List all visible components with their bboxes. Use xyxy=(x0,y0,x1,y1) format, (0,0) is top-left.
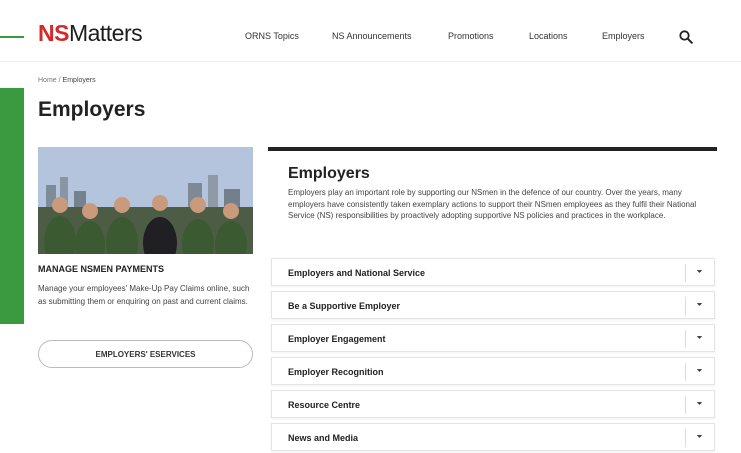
section-rule xyxy=(268,147,717,151)
page-title: Employers xyxy=(38,98,146,121)
hero-image xyxy=(38,147,253,254)
accent-bar xyxy=(0,88,24,324)
accordion-label: Employer Recognition xyxy=(288,367,384,377)
accordion-label: Employer Engagement xyxy=(288,334,386,344)
chevron-down-icon[interactable] xyxy=(695,366,704,375)
accordion-divider xyxy=(685,297,686,315)
chevron-down-icon[interactable] xyxy=(695,267,704,276)
breadcrumb-current: Employers xyxy=(62,77,96,84)
breadcrumb-separator: / xyxy=(58,77,61,84)
site-logo[interactable]: NSMatters xyxy=(38,20,143,47)
accordion-label: Be a Supportive Employer xyxy=(288,301,401,311)
chevron-down-icon[interactable] xyxy=(695,399,704,408)
nav-item-orns-topics[interactable]: ORNS Topics xyxy=(245,31,299,41)
accordion-divider xyxy=(685,330,686,348)
breadcrumb: Home / Employers xyxy=(38,77,96,84)
accordion-divider xyxy=(685,429,686,447)
accordion-divider xyxy=(685,396,686,414)
logo-matters: Matters xyxy=(68,20,143,46)
section-description: Employers play an important role by supp… xyxy=(288,188,697,220)
accordion-item-supportive-employer[interactable]: Be a Supportive Employer xyxy=(271,291,715,319)
search-icon[interactable] xyxy=(679,30,693,44)
nav-item-promotions[interactable]: Promotions xyxy=(448,31,494,41)
chevron-down-icon[interactable] xyxy=(695,300,704,309)
nav-item-employers[interactable]: Employers xyxy=(602,31,645,41)
logo-ns: NS xyxy=(38,20,69,46)
accordion-label: Resource Centre xyxy=(288,400,361,410)
accordion-label: Employers and National Service xyxy=(288,268,426,278)
site-header: NSMatters ORNS Topics NS Announcements P… xyxy=(0,0,741,62)
promo-title: MANAGE NSMEN PAYMENTS xyxy=(38,264,165,274)
accordion-item-news-and-media[interactable]: News and Media xyxy=(271,423,715,451)
accordion-item-employer-recognition[interactable]: Employer Recognition xyxy=(271,357,715,385)
accordion-divider xyxy=(685,264,686,282)
accordion-item-resource-centre[interactable]: Resource Centre xyxy=(271,390,715,418)
promo-text: Manage your employees' Make-Up Pay Claim… xyxy=(38,284,250,306)
accordion-item-employers-and-ns[interactable]: Employers and National Service xyxy=(271,258,715,286)
accordion-divider xyxy=(685,363,686,381)
accordion-label: News and Media xyxy=(288,433,359,443)
accordion-item-employer-engagement[interactable]: Employer Engagement xyxy=(271,324,715,352)
chevron-down-icon[interactable] xyxy=(695,432,704,441)
employers-eservices-button[interactable]: EMPLOYERS' ESERVICES xyxy=(38,340,253,368)
section-title: Employers xyxy=(288,165,370,182)
breadcrumb-home[interactable]: Home xyxy=(38,77,57,84)
chevron-down-icon[interactable] xyxy=(695,333,704,342)
nav-item-ns-announcements[interactable]: NS Announcements xyxy=(332,31,412,41)
nav-item-locations[interactable]: Locations xyxy=(529,31,568,41)
